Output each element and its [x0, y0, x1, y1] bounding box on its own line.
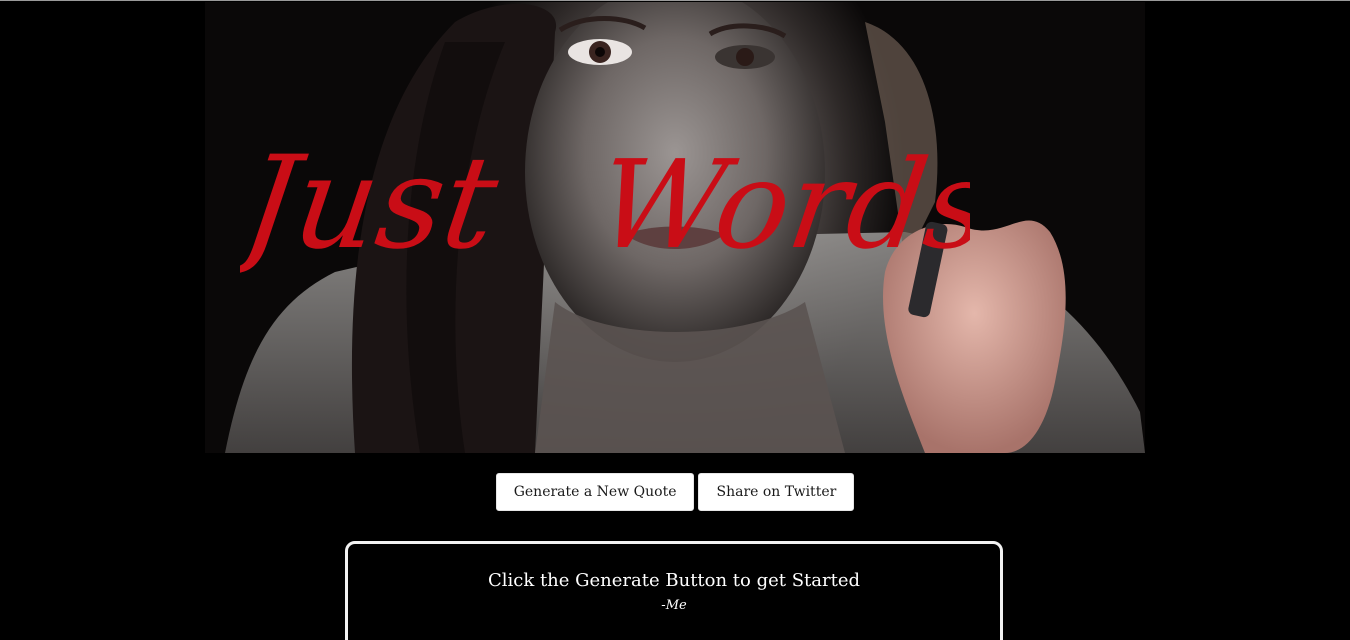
quote-card: Click the Generate Button to get Started… — [345, 541, 1003, 640]
brand-title-word-just: Just — [240, 130, 506, 275]
quote-text: Click the Generate Button to get Started — [487, 570, 861, 591]
generate-quote-button[interactable]: Generate a New Quote — [495, 473, 695, 511]
share-twitter-button[interactable]: Share on Twitter — [698, 473, 855, 511]
brand-title: Just Words — [240, 95, 970, 275]
brand-title-word-words: Words — [590, 134, 970, 275]
top-divider — [0, 0, 1350, 1]
action-bar: Generate a New Quote Share on Twitter — [0, 473, 1350, 511]
quote-author: -Me — [661, 598, 687, 613]
